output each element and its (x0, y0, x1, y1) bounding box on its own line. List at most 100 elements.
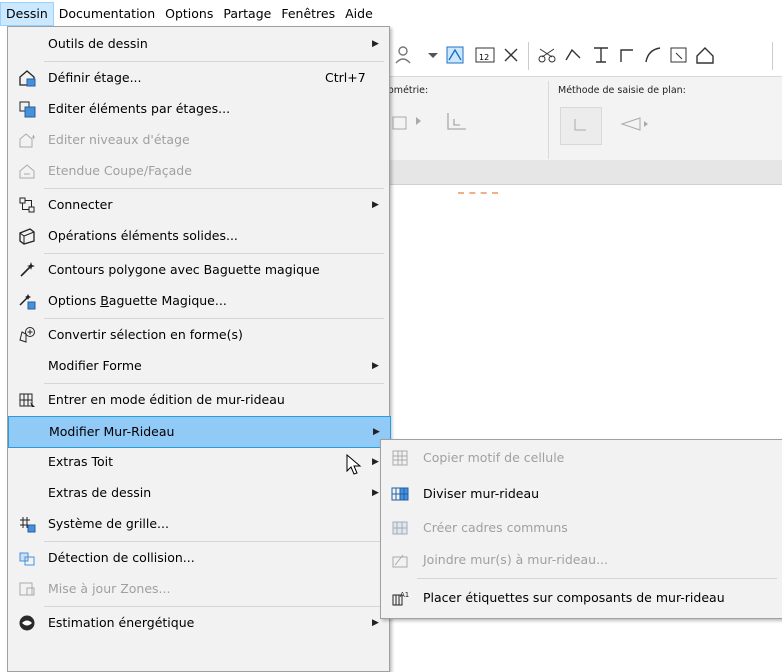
roof-icon[interactable] (694, 44, 716, 66)
menu-partage[interactable]: Partage (218, 2, 276, 26)
convert-shape-icon (19, 327, 35, 343)
menu-item-contours-baguette[interactable]: Contours polygone avec Baguette magique (8, 255, 389, 285)
menu-options[interactable]: Options (160, 2, 218, 26)
energy-icon (19, 615, 35, 631)
menu-item-editer-niveaux[interactable]: Editer niveaux d'étage (8, 125, 389, 155)
fillet-icon[interactable] (616, 44, 638, 66)
magic-wand-icon (20, 262, 35, 277)
scissors-icon[interactable] (536, 44, 558, 66)
menu-item-operations-solides[interactable]: Opérations éléments solides... (8, 221, 389, 251)
menu-item-label: Joindre mur(s) à mur-rideau... (423, 552, 608, 567)
layout-icon[interactable] (444, 44, 466, 66)
submenu-item-joindre-murs[interactable]: Joindre mur(s) à mur-rideau... (381, 544, 782, 576)
menu-item-label: Modifier Mur-Rideau (49, 424, 175, 439)
submenu-item-cadres-communs[interactable]: Créer cadres communs (381, 512, 782, 544)
connect-icon (19, 197, 35, 213)
menu-fenetres[interactable]: Fenêtres (276, 2, 340, 26)
submenu-arrow-icon: ▶ (372, 488, 379, 498)
cross-icon[interactable] (500, 44, 522, 66)
menu-item-definir-etage[interactable]: Définir étage... Ctrl+7 (8, 63, 389, 93)
dessin-menu: Outils de dessin ▶ Définir étage... Ctrl… (7, 26, 391, 672)
menu-item-modifier-forme[interactable]: Modifier Forme ▶ (8, 351, 389, 381)
adjust-icon[interactable] (590, 44, 612, 66)
menu-item-label: Convertir sélection en forme(s) (48, 327, 243, 342)
submenu-arrow-icon: ▶ (372, 618, 379, 628)
menu-item-connecter[interactable]: Connecter ▶ (8, 190, 389, 220)
menu-item-label: Mise à jour Zones... (48, 581, 171, 596)
info-box-panel: ométrie: Méthode de saisie de plan: (386, 76, 782, 161)
define-story-icon (19, 70, 36, 87)
submenu-item-diviser[interactable]: Diviser mur-rideau (381, 478, 782, 510)
copy-pattern-icon (392, 450, 408, 466)
menu-item-label: Contours polygone avec Baguette magique (48, 262, 320, 277)
menu-dessin[interactable]: Dessin (0, 2, 54, 26)
mouse-cursor-icon (346, 454, 362, 475)
dashed-marker (458, 192, 498, 196)
menu-item-modifier-mur-rideau[interactable]: Modifier Mur-Rideau ▶ (8, 416, 391, 448)
menu-item-etendue-coupe[interactable]: Etendue Coupe/Façade (8, 156, 389, 186)
menu-item-label: Opérations éléments solides... (48, 228, 238, 243)
menu-aide[interactable]: Aide (340, 2, 378, 26)
place-labels-icon: A1 (392, 591, 409, 606)
grey-strip (386, 160, 782, 185)
story-levels-icon (19, 133, 35, 148)
svg-text:12: 12 (479, 53, 489, 62)
section-extent-icon (19, 164, 35, 179)
menu-item-edition-mur-rideau[interactable]: Entrer en mode édition de mur-rideau (8, 385, 389, 415)
solid-operations-icon (19, 228, 35, 245)
split-icon[interactable] (562, 44, 584, 66)
input-method-label: Méthode de saisie de plan: (558, 85, 686, 96)
modifier-mur-rideau-submenu: Copier motif de cellule Diviser mur-ride… (380, 439, 782, 619)
menu-item-label: Extras de dessin (48, 485, 152, 500)
perspective-icon[interactable] (620, 115, 650, 133)
menu-item-label: Modifier Forme (48, 358, 142, 373)
menu-item-label: Estimation énergétique (48, 615, 195, 630)
menu-documentation[interactable]: Documentation (54, 2, 160, 26)
grid-system-icon (20, 517, 36, 533)
menu-item-label: Placer étiquettes sur composants de mur-… (423, 590, 725, 605)
menu-item-label: Définir étage... (48, 70, 142, 85)
submenu-arrow-icon: ▶ (372, 361, 379, 371)
geometry-label: ométrie: (388, 85, 429, 96)
menu-item-detection-collision[interactable]: Détection de collision... (8, 543, 389, 573)
menu-item-options-baguette[interactable]: Options Baguette Magique... (8, 286, 389, 316)
menu-item-extras-dessin[interactable]: Extras de dessin ▶ (8, 478, 389, 508)
curve-icon[interactable] (642, 44, 664, 66)
submenu-arrow-icon: ▶ (372, 200, 379, 210)
menu-item-label: Créer cadres communs (423, 520, 568, 535)
menu-item-systeme-grille[interactable]: Système de grille... (8, 509, 389, 539)
menu-item-label: Détection de collision... (48, 550, 195, 565)
menu-item-label: Diviser mur-rideau (423, 486, 540, 501)
dimension-icon[interactable]: 12 (474, 44, 496, 66)
menu-item-outils-de-dessin[interactable]: Outils de dessin ▶ (8, 29, 389, 59)
submenu-arrow-icon: ▶ (372, 457, 379, 467)
submenu-item-placer-etiquettes[interactable]: A1 Placer étiquettes sur composants de m… (381, 582, 782, 614)
menu-item-label: Entrer en mode édition de mur-rideau (48, 392, 285, 407)
join-walls-icon (392, 554, 408, 568)
user-icon[interactable] (392, 44, 414, 66)
shortcut-label: Ctrl+7 (325, 70, 366, 85)
menu-item-label: Système de grille... (48, 516, 169, 531)
menu-item-mise-a-jour-zones[interactable]: Mise à jour Zones... (8, 574, 389, 604)
common-frames-icon (392, 521, 408, 535)
submenu-item-copier-motif[interactable]: Copier motif de cellule (381, 442, 782, 474)
curtain-wall-edit-icon (19, 393, 35, 407)
menu-bar: Dessin Documentation Options Partage Fen… (0, 0, 782, 26)
dropdown-arrow-icon[interactable] (422, 44, 444, 66)
geometry-method-icon[interactable] (390, 111, 412, 133)
menu-item-editer-elements[interactable]: Editer éléments par étages... (8, 94, 389, 124)
small-arrow-icon (416, 117, 421, 125)
offset-icon[interactable] (668, 44, 690, 66)
menu-item-label: Connecter (48, 197, 113, 212)
menu-item-label: Options Baguette Magique... (48, 293, 227, 308)
menu-item-estimation-energetique[interactable]: Estimation énergétique ▶ (8, 608, 389, 638)
menu-item-label: Copier motif de cellule (423, 450, 565, 465)
menu-item-convertir-forme[interactable]: Convertir sélection en forme(s) (8, 320, 389, 350)
orthogonal-icon (574, 119, 586, 131)
submenu-arrow-icon: ▶ (372, 39, 379, 49)
polyline-icon[interactable] (444, 109, 470, 135)
magic-wand-options-icon (19, 294, 36, 310)
menu-item-label: Editer éléments par étages... (48, 101, 231, 116)
menu-item-extras-toit[interactable]: Extras Toit ▶ (8, 447, 389, 477)
menu-item-label: Extras Toit (48, 454, 114, 469)
